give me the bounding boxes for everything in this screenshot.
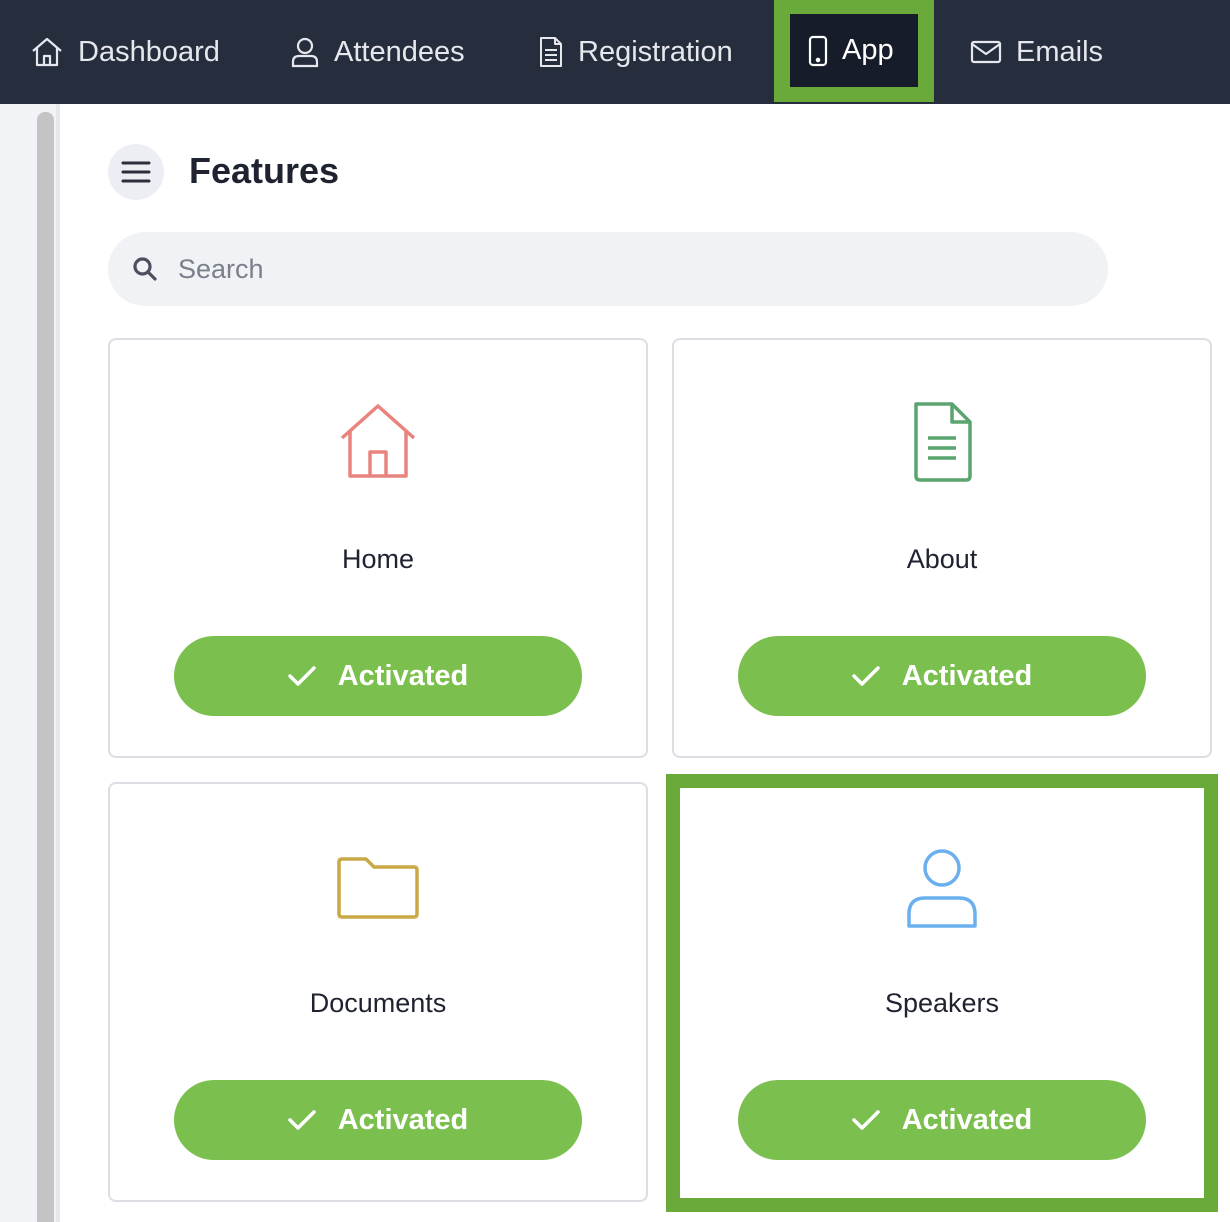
- feature-card-speakers[interactable]: Speakers Activated: [672, 782, 1212, 1202]
- activated-button-label: Activated: [901, 659, 1033, 692]
- check-icon: [851, 1110, 880, 1130]
- feature-card-label: Home: [341, 544, 415, 574]
- nav-registration[interactable]: Registration: [538, 0, 733, 104]
- search-input[interactable]: [178, 253, 1028, 285]
- nav-emails-label: Emails: [1016, 35, 1104, 68]
- search-icon: [133, 257, 157, 281]
- feature-card-home[interactable]: Home Activated: [108, 338, 648, 758]
- activated-button[interactable]: Activated: [738, 1080, 1146, 1160]
- nav-attendees-label: Attendees: [334, 35, 465, 68]
- activated-button-label: Activated: [337, 1103, 469, 1136]
- nav-app-label: App: [842, 34, 894, 66]
- scrollbar[interactable]: [37, 112, 54, 1222]
- nav-registration-label: Registration: [578, 35, 733, 68]
- page-title: Features: [189, 150, 340, 191]
- activated-button-label: Activated: [901, 1103, 1033, 1136]
- user-icon: [291, 37, 319, 68]
- scroll-track: [56, 104, 60, 1222]
- check-icon: [851, 666, 880, 686]
- top-nav: Dashboard Attendees Registration Emails: [0, 0, 1230, 104]
- home-icon: [340, 404, 416, 478]
- document-icon: [914, 402, 972, 482]
- home-icon: [32, 37, 62, 67]
- feature-card-label: Speakers: [884, 988, 1000, 1018]
- feature-card-documents[interactable]: Documents Activated: [108, 782, 648, 1202]
- check-icon: [287, 1110, 316, 1130]
- activated-button[interactable]: Activated: [174, 1080, 582, 1160]
- nav-emails[interactable]: Emails: [970, 0, 1103, 104]
- folder-icon: [337, 857, 419, 919]
- user-icon: [907, 849, 977, 928]
- nav-dashboard[interactable]: Dashboard: [30, 0, 220, 104]
- nav-app[interactable]: App: [790, 14, 918, 87]
- feature-card-label: Documents: [309, 988, 447, 1018]
- check-icon: [287, 666, 316, 686]
- phone-icon: [808, 35, 828, 66]
- document-icon: [540, 37, 562, 67]
- activated-button-label: Activated: [337, 659, 469, 692]
- menu-button[interactable]: [108, 144, 164, 200]
- mail-icon: [970, 40, 1002, 64]
- activated-button[interactable]: Activated: [174, 636, 582, 716]
- nav-dashboard-label: Dashboard: [78, 35, 220, 68]
- search-bar[interactable]: [108, 232, 1108, 306]
- activated-button[interactable]: Activated: [738, 636, 1146, 716]
- hamburger-icon: [121, 161, 151, 183]
- feature-card-label: About: [906, 544, 978, 574]
- feature-card-about[interactable]: About Activated: [672, 338, 1212, 758]
- nav-attendees[interactable]: Attendees: [290, 0, 465, 104]
